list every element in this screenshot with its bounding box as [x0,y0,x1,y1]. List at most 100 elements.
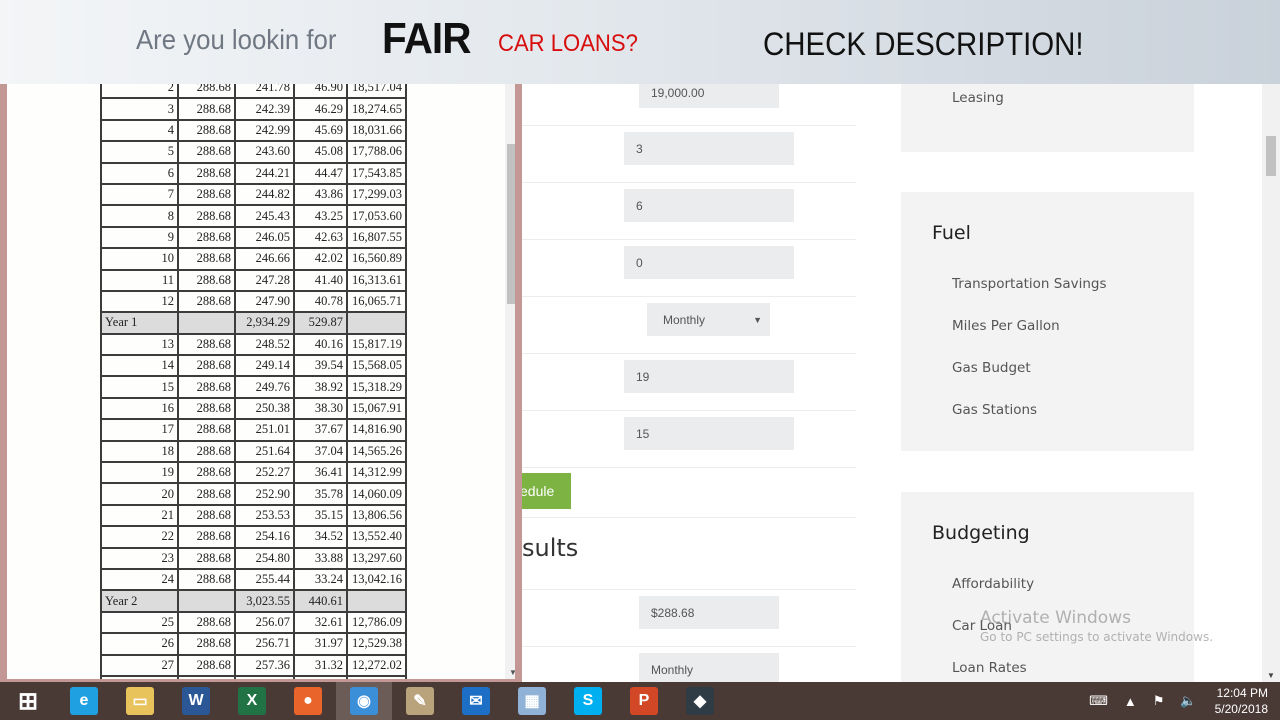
cell-balance: 17,299.03 [346,182,407,207]
sidebar-box-fuel: Fuel Transportation Savings Miles Per Ga… [901,192,1194,451]
cell-balance: 12,272.02 [346,653,407,677]
table-row: 20 288.68 252.90 35.78 14,060.09 [100,482,407,506]
taskbar-start-button[interactable]: ⊞ [0,682,56,720]
amortization-table: 2 288.68 241.78 46.90 18,517.04 3 288.68 242.39… [100,84,407,679]
keyboard-icon[interactable]: ⌨ [1089,693,1108,709]
watermark-title: Activate Windows [980,608,1131,628]
watermark-subtitle: Go to PC settings to activate Windows. [980,630,1214,644]
cell-balance: 16,065.71 [346,289,407,314]
cell-balance: 18,517.04 [346,84,407,100]
table-row: 8 288.68 245.43 43.25 17,053.60 [100,204,407,228]
cell-payment: 288.68 [177,482,236,506]
cell-principal: 251.01 [234,418,295,442]
loan-amount-input[interactable]: 19,000.00 [639,84,779,108]
cell-payment: 288.68 [177,375,236,399]
cell-balance: 14,312.99 [346,461,407,485]
cell-interest: 35.15 [293,503,348,528]
cell-payment: 288.68 [177,503,236,528]
cell-payment: 288.68 [177,161,236,185]
cell-principal: 257.36 [234,653,295,677]
result-frequency-output: Monthly [639,653,779,682]
table-row: 9 288.68 246.05 42.63 16,807.55 [100,225,407,250]
year-summary-row: Year 2 3,023.55 440.61 [100,589,407,613]
cell-principal: 241.78 [234,84,295,100]
cell-payment: 288.68 [177,140,236,164]
table-row: 4 288.68 242.99 45.69 18,031.66 [100,118,407,143]
taskbar-filmora-button[interactable]: ◆ [672,682,728,720]
internet-explorer-icon: e [70,687,98,715]
popup-scrollbar-thumb[interactable] [507,144,515,304]
cell-n: 26 [100,632,179,656]
table-row: 17 288.68 251.01 37.67 14,816.90 [100,418,407,442]
taskbar-chrome-button[interactable]: ◉ [336,682,392,720]
cell-n: 5 [100,140,179,164]
cell-n: 7 [100,182,179,207]
taskbar-word-button[interactable]: W [168,682,224,720]
divider [522,410,856,411]
cell-interest: 45.08 [293,140,348,164]
form-input-3[interactable]: 6 [624,189,794,222]
form-input-6[interactable]: 19 [624,360,794,393]
cell-balance: 14,816.90 [346,418,407,442]
sidebar-link-leasing[interactable]: Leasing [952,90,1004,106]
page-scrollbar[interactable]: ▼ [1262,84,1280,682]
clock[interactable]: 12:04 PM 5/20/2018 [1215,685,1268,717]
taskbar-powerpoint-button[interactable]: P [616,682,672,720]
cell-payment: 288.68 [177,632,236,656]
cell-n: 13 [100,332,179,357]
divider [522,239,856,240]
action-center-flag-icon[interactable]: ⚑ [1153,693,1165,709]
chrome-icon: ◉ [350,687,378,715]
cell-payment: 288.68 [177,418,236,442]
cell-interest: 46.90 [293,84,348,100]
cell-n: Year 1 [100,311,179,335]
table-row: 24 288.68 255.44 33.24 13,042.16 [100,567,407,592]
taskbar-mail-button[interactable]: ✉ [448,682,504,720]
popup-scrollbar[interactable]: ▼ [505,84,515,679]
calculator-icon: ▦ [518,687,546,715]
form-input-2[interactable]: 3 [624,132,794,165]
show-hidden-icons-icon[interactable]: ▲ [1124,694,1137,709]
cell-interest: 41.40 [293,268,348,292]
banner-check-description: CHECK DESCRIPTION! [763,26,1084,62]
filmora-icon: ◆ [686,687,714,715]
sidebar-link-transportation-savings[interactable]: Transportation Savings [952,276,1107,292]
taskbar-excel-button[interactable]: X [224,682,280,720]
taskbar-file-explorer-button[interactable]: ▭ [112,682,168,720]
scroll-down-arrow-icon[interactable]: ▼ [509,668,515,677]
cell-balance: 12,529.38 [346,632,407,656]
scroll-down-arrow-icon[interactable]: ▼ [1267,671,1275,680]
page-scrollbar-thumb[interactable] [1266,136,1276,176]
sidebar-link-loan-rates[interactable]: Loan Rates [952,660,1027,676]
cell-n: 6 [100,161,179,185]
taskbar-internet-explorer-button[interactable]: e [56,682,112,720]
table-row: 27 288.68 257.36 31.32 12,272.02 [100,653,407,677]
cell-principal: 256.07 [234,610,295,635]
taskbar-firefox-button[interactable]: ● [280,682,336,720]
taskbar-skype-button[interactable]: S [560,682,616,720]
taskbar-calculator-button[interactable]: ▦ [504,682,560,720]
table-row: 5 288.68 243.60 45.08 17,788.06 [100,140,407,164]
form-input-7[interactable]: 15 [624,417,794,450]
frequency-select[interactable]: Monthly ▼ [647,303,770,336]
sidebar-link-gas-budget[interactable]: Gas Budget [952,360,1031,376]
cell-balance: 16,560.89 [346,247,407,271]
divider [522,125,856,126]
table-row: 10 288.68 246.66 42.02 16,560.89 [100,247,407,271]
sidebar-box-budgeting: Budgeting Affordability Car Loan Loan Ra… [901,492,1194,682]
sidebar-link-gas-stations[interactable]: Gas Stations [952,402,1037,418]
volume-icon[interactable]: 🔈 [1180,693,1196,709]
cell-principal: 249.76 [234,375,295,399]
cell-interest: 32.61 [293,610,348,635]
sidebar-link-affordability[interactable]: Affordability [952,576,1034,592]
sidebar-link-miles-per-gallon[interactable]: Miles Per Gallon [952,318,1060,334]
cell-interest: 529.87 [293,311,348,335]
taskbar-paint-button[interactable]: ✎ [392,682,448,720]
paint-icon: ✎ [406,687,434,715]
table-row: 19 288.68 252.27 36.41 14,312.99 [100,461,407,485]
form-input-4[interactable]: 0 [624,246,794,279]
cell-balance: 12,786.09 [346,610,407,635]
cell-balance: 13,552.40 [346,525,407,549]
show-schedule-button[interactable]: edule [522,473,571,509]
table-row [100,674,407,679]
